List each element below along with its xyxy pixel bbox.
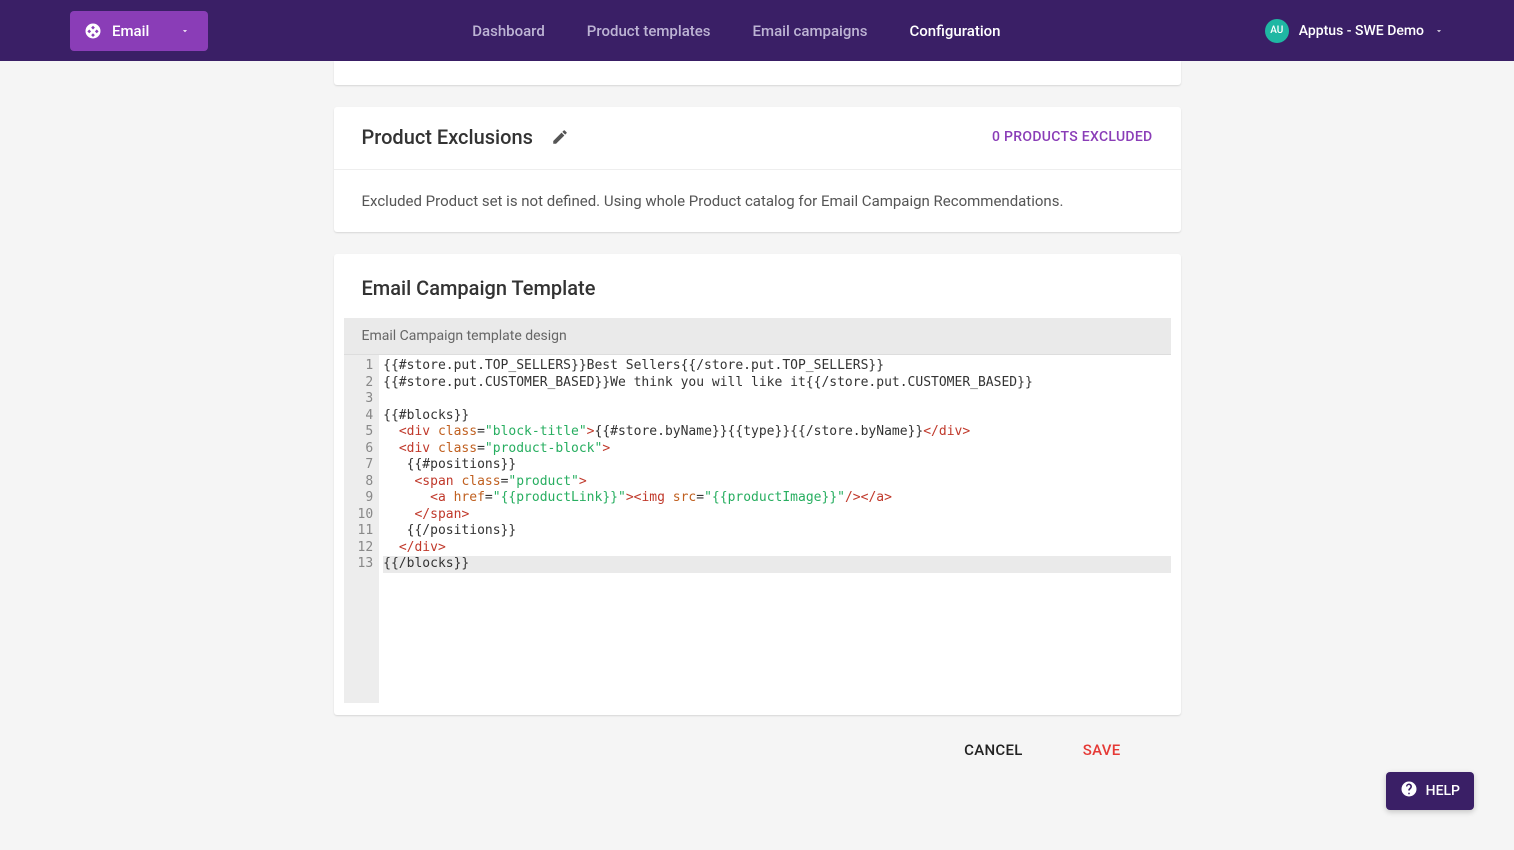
editor-code-area[interactable]: {{#store.put.TOP_SELLERS}}Best Sellers{{…	[379, 355, 1170, 703]
email-template-card: Email Campaign Template Email Campaign t…	[334, 254, 1181, 715]
card-title: Product Exclusions	[362, 125, 533, 149]
edit-icon[interactable]	[551, 128, 569, 146]
product-exclusions-card: Product Exclusions 0 PRODUCTS EXCLUDED E…	[334, 107, 1181, 232]
card-title: Email Campaign Template	[362, 276, 596, 300]
app-logo-icon	[84, 22, 102, 40]
nav-product-templates[interactable]: Product templates	[587, 22, 711, 40]
save-button[interactable]: SAVE	[1083, 741, 1121, 759]
editor-caption: Email Campaign template design	[344, 318, 1171, 355]
card-header: Product Exclusions 0 PRODUCTS EXCLUDED	[334, 107, 1181, 170]
help-button[interactable]: HELP	[1386, 772, 1474, 810]
help-icon	[1400, 780, 1418, 802]
exclusions-body-text: Excluded Product set is not defined. Usi…	[362, 192, 1064, 210]
app-switcher-dropdown[interactable]: Email	[70, 11, 208, 51]
avatar: AU	[1265, 19, 1289, 43]
chevron-down-icon	[1434, 21, 1444, 40]
main-nav: Dashboard Product templates Email campai…	[472, 22, 1000, 40]
code-editor[interactable]: 12345678910111213 {{#store.put.TOP_SELLE…	[344, 355, 1171, 703]
cancel-button[interactable]: CANCEL	[964, 741, 1023, 759]
editor-wrap: Email Campaign template design 123456789…	[334, 318, 1181, 715]
card-header: Email Campaign Template	[334, 254, 1181, 318]
nav-dashboard[interactable]: Dashboard	[472, 22, 545, 40]
page-column: Product Exclusions 0 PRODUCTS EXCLUDED E…	[334, 61, 1181, 759]
nav-email-campaigns[interactable]: Email campaigns	[753, 22, 868, 40]
nav-configuration[interactable]: Configuration	[909, 22, 1000, 40]
user-display-name: Apptus - SWE Demo	[1299, 23, 1424, 39]
user-menu[interactable]: AU Apptus - SWE Demo	[1265, 19, 1444, 43]
chevron-down-icon	[180, 21, 190, 40]
help-label: HELP	[1426, 783, 1460, 799]
previous-card-stub	[334, 61, 1181, 85]
editor-gutter: 12345678910111213	[344, 355, 380, 703]
app-switcher-label: Email	[112, 22, 170, 40]
topbar: Email Dashboard Product templates Email …	[0, 0, 1514, 61]
excluded-count: 0 PRODUCTS EXCLUDED	[992, 129, 1152, 145]
form-actions: CANCEL SAVE	[334, 737, 1181, 759]
card-body: Excluded Product set is not defined. Usi…	[334, 170, 1181, 232]
